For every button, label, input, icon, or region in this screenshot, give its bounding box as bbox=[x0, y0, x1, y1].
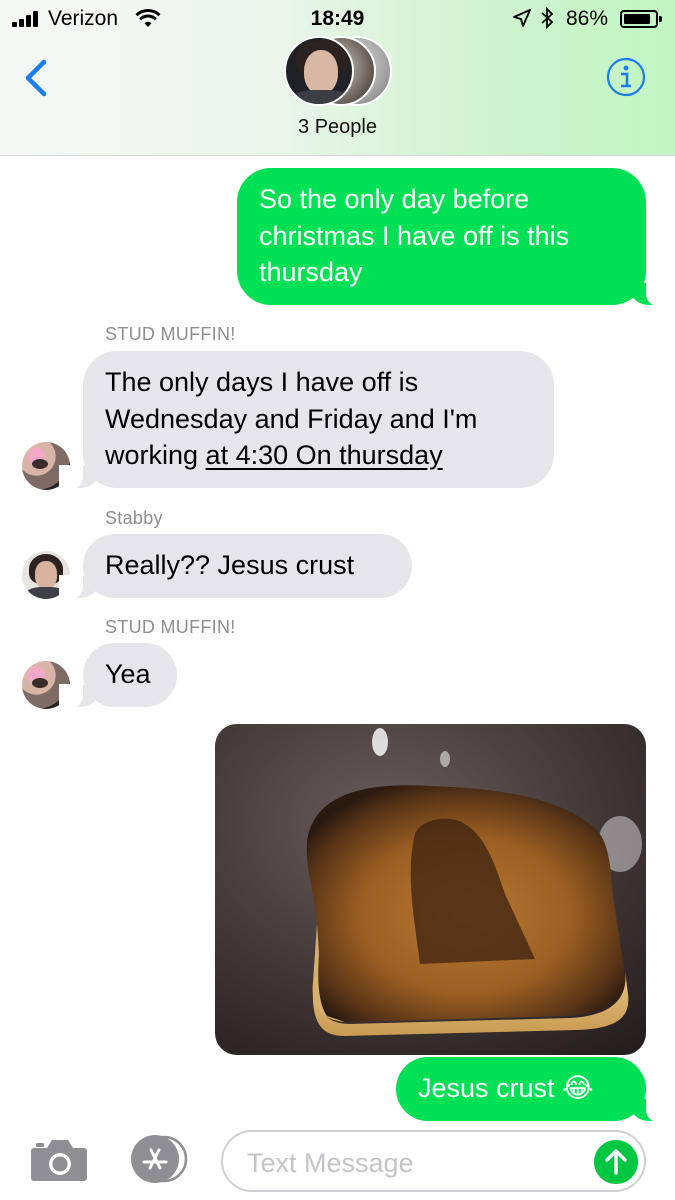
message-text: Yea bbox=[105, 659, 151, 689]
message-bubble-received[interactable]: The only days I have off is Wednesday an… bbox=[59, 351, 554, 489]
message-bubble-sent[interactable]: Jesus crust 😂 bbox=[396, 1057, 670, 1122]
message-bubble-received[interactable]: Really?? Jesus crust bbox=[59, 534, 412, 599]
conversation-header: Verizon 18:49 86% 3 People bbox=[0, 0, 675, 156]
message-text: Jesus crust 😂 bbox=[418, 1073, 594, 1103]
message-input[interactable]: Text Message bbox=[221, 1130, 646, 1192]
burnt-toast-photo[interactable] bbox=[215, 724, 646, 1055]
battery-icon bbox=[620, 10, 662, 28]
sender-name: STUD MUFFIN! bbox=[105, 617, 236, 637]
app-store-button[interactable] bbox=[126, 1134, 192, 1184]
avatar bbox=[284, 36, 354, 106]
sender-name: STUD MUFFIN! bbox=[105, 324, 236, 344]
bluetooth-icon bbox=[541, 7, 554, 29]
status-bar: Verizon 18:49 86% bbox=[0, 0, 675, 38]
message-bubble-received[interactable]: Yea bbox=[59, 643, 177, 708]
battery-percent: 86% bbox=[566, 7, 609, 30]
message-text: So the only day before christmas I have … bbox=[259, 184, 570, 287]
info-button[interactable] bbox=[606, 57, 646, 97]
message-input-placeholder: Text Message bbox=[247, 1148, 414, 1178]
back-button[interactable] bbox=[18, 56, 58, 100]
camera-button[interactable] bbox=[30, 1136, 88, 1182]
location-arrow-icon bbox=[513, 9, 531, 27]
sender-name: Stabby bbox=[105, 508, 163, 528]
date-time-link[interactable]: at 4:30 On thursday bbox=[206, 440, 443, 470]
message-bubble-sent[interactable]: So the only day before christmas I have … bbox=[237, 168, 670, 306]
message-text: Really?? Jesus crust bbox=[105, 550, 355, 580]
send-button[interactable] bbox=[594, 1140, 638, 1184]
group-people-label[interactable]: 3 People bbox=[0, 116, 675, 139]
group-avatar-stack[interactable] bbox=[284, 36, 394, 108]
